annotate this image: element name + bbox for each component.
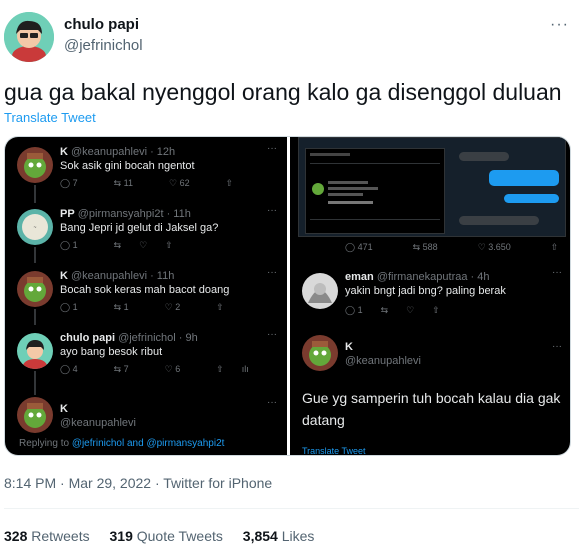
like-icon: ♡ 62: [168, 178, 190, 188]
reply-icon: ◯ 7: [60, 178, 78, 188]
reply-text: Sok asik gini bocah ngentot: [60, 160, 195, 172]
retweet-icon: ⇆ 7: [113, 364, 129, 374]
reply-text: Bang Jepri jd gelut di Jaksel ga?: [60, 222, 219, 234]
analytics-icon: ılı: [241, 364, 249, 374]
embedded-chat-screenshot: [298, 137, 566, 237]
avatar: [17, 147, 53, 183]
quote-tweets-stat[interactable]: 319 Quote Tweets: [110, 528, 223, 544]
reply-actions: ◯ 1 ⇆ 1 ♡ 2 ⇧: [60, 302, 242, 313]
retweet-icon: ⇆: [380, 305, 389, 315]
chat-bubble: [504, 194, 559, 203]
retweet-icon: ⇆ 1: [113, 302, 129, 312]
svg-text:~: ~: [34, 225, 37, 231]
reply-handle: @keanupahlevi: [345, 355, 421, 367]
share-icon: ⇧: [432, 305, 440, 315]
more-options-icon: ···: [267, 143, 277, 154]
translate-tweet-link: Translate Tweet: [302, 446, 366, 456]
like-icon: ♡ 6: [164, 364, 181, 374]
reply-actions: ◯ 1 ⇆ ♡ ⇧: [60, 240, 191, 251]
more-options-icon: ···: [267, 397, 277, 408]
reply-actions: ◯ 1 ⇆ ♡ ⇧: [345, 305, 458, 316]
reply-text: yakin bngt jadi bng? paling berak: [345, 285, 506, 297]
share-icon: ⇧: [225, 178, 234, 188]
reply-header: K: [60, 403, 68, 415]
reply-actions: ◯ 4 ⇆ 7 ♡ 6 ⇧ ılı: [60, 364, 267, 375]
thread-line: [34, 185, 36, 203]
chat-bubble: [459, 152, 509, 161]
reply-text: Bocah sok keras mah bacot doang: [60, 284, 230, 296]
reply-header: K: [345, 341, 353, 353]
reply-header: K @keanupahlevi · 11h: [60, 270, 175, 282]
avatar: [302, 273, 338, 309]
thread-line: [34, 309, 36, 325]
more-options-icon: ···: [267, 267, 277, 278]
media-image-left[interactable]: K @keanupahlevi · 12h Sok asik gini boca…: [5, 137, 287, 455]
reply-icon: ◯ 1: [345, 305, 363, 315]
retweet-icon: ⇆ 11: [113, 178, 133, 188]
more-options-icon: ···: [267, 205, 277, 216]
retweet-icon: ⇆: [113, 240, 122, 250]
tweet-media[interactable]: K @keanupahlevi · 12h Sok asik gini boca…: [4, 136, 571, 456]
embedded-tweet: [305, 148, 445, 234]
reply-icon: ◯ 1: [60, 302, 78, 312]
avatar: [17, 333, 53, 369]
reply-header: chulo papi @jefrinichol · 9h: [60, 332, 198, 344]
like-icon: ♡: [406, 305, 415, 315]
tweet-text: gua ga bakal nyenggol orang kalo ga dise…: [4, 79, 562, 105]
thread-line: [34, 371, 36, 395]
share-icon: ⇧: [165, 240, 173, 250]
chat-bubble: [459, 216, 539, 225]
like-icon: ♡ 3.650: [477, 242, 511, 252]
retweet-icon: ⇆ 588: [412, 242, 438, 252]
tweet-stats: 328 Retweets 319 Quote Tweets 3,854 Like…: [4, 528, 330, 544]
chat-bubble: [489, 170, 559, 186]
avatar: [17, 397, 53, 433]
more-options-icon[interactable]: ···: [550, 16, 569, 34]
reply-text-large: Gue yg samperin tuh bocah kalau dia gak …: [302, 390, 561, 428]
likes-stat[interactable]: 3,854 Likes: [243, 528, 315, 544]
share-icon: ⇧: [216, 302, 224, 312]
reply-text: ayo bang besok ribut: [60, 346, 163, 358]
reply-icon: ◯ 471: [345, 242, 373, 252]
avatar: [302, 335, 338, 371]
author-handle[interactable]: @jefrinichol: [64, 37, 143, 54]
reply-actions: ◯ 7 ⇆ 11 ♡ 62 ⇧: [60, 178, 251, 189]
more-options-icon: ···: [552, 341, 562, 352]
author-avatar[interactable]: [4, 12, 54, 62]
author-name[interactable]: chulo papi: [64, 16, 143, 33]
divider: [4, 508, 579, 509]
right-actions: ◯ 471 ⇆ 588 ♡ 3.650 ⇧: [345, 242, 570, 253]
reply-header: eman @firmanekaputraa · 4h: [345, 271, 490, 283]
more-options-icon: ···: [552, 267, 562, 278]
reply-header: PP @pirmansyahpi2t · 11h: [60, 208, 191, 220]
share-icon: ⇧: [216, 364, 224, 374]
avatar: ~: [17, 209, 53, 245]
share-icon: ⇧: [550, 242, 559, 252]
tweet-timestamp[interactable]: 8:14 PM · Mar 29, 2022 · Twitter for iPh…: [4, 475, 272, 491]
replying-to: Replying to @jefrinichol and @pirmansyah…: [19, 438, 225, 449]
reply-handle: @keanupahlevi: [60, 417, 136, 429]
avatar: [17, 271, 53, 307]
reply-header: K @keanupahlevi · 12h: [60, 146, 176, 158]
media-image-right[interactable]: ◯ 471 ⇆ 588 ♡ 3.650 ⇧ eman @firmanekaputraa…: [290, 137, 570, 456]
like-icon: ♡ 2: [164, 302, 181, 312]
like-icon: ♡: [139, 240, 148, 250]
retweets-stat[interactable]: 328 Retweets: [4, 528, 90, 544]
more-options-icon: ···: [267, 329, 277, 340]
reply-icon: ◯ 1: [60, 240, 78, 250]
thread-line: [34, 247, 36, 263]
translate-tweet-link[interactable]: Translate Tweet: [4, 110, 96, 125]
reply-icon: ◯ 4: [60, 364, 78, 374]
